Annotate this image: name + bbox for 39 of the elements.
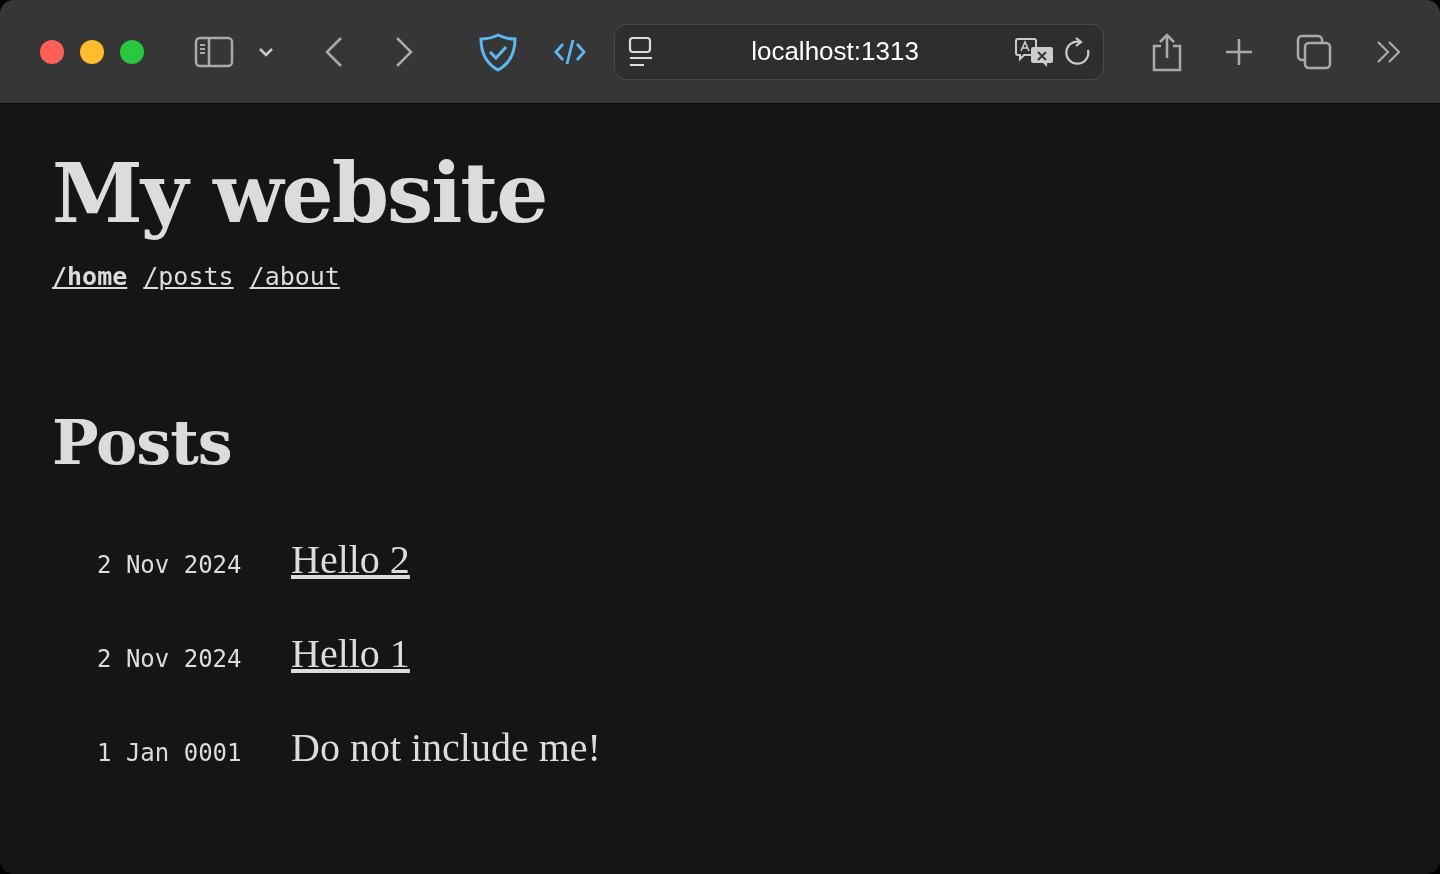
code-icon bbox=[554, 37, 586, 66]
shield-check-icon bbox=[478, 31, 518, 72]
tab-overview-button[interactable] bbox=[1296, 33, 1332, 70]
tab-group-dropdown[interactable] bbox=[258, 45, 274, 58]
share-button[interactable] bbox=[1150, 31, 1184, 72]
reload-icon[interactable] bbox=[1063, 36, 1091, 67]
share-icon bbox=[1150, 31, 1184, 72]
minimize-button[interactable] bbox=[80, 39, 104, 64]
post-date: 1 Jan 0001 bbox=[97, 738, 243, 770]
overlapping-squares-icon bbox=[1296, 33, 1332, 70]
address-text: localhost:1313 bbox=[750, 35, 920, 68]
post-date: 2 Nov 2024 bbox=[97, 550, 243, 582]
sidebar-button[interactable] bbox=[194, 35, 234, 68]
chevron-down-icon bbox=[258, 45, 274, 58]
post-link[interactable]: Hello 2 bbox=[291, 530, 410, 591]
close-button[interactable] bbox=[40, 39, 64, 64]
more-button[interactable] bbox=[1376, 39, 1402, 64]
sidebar-icon bbox=[194, 35, 234, 68]
shield-extension-button[interactable] bbox=[478, 31, 518, 72]
translate-icon bbox=[1015, 35, 1055, 68]
post-link[interactable]: Hello 1 bbox=[291, 624, 410, 685]
nav-link[interactable]: /about bbox=[249, 258, 340, 296]
back-button[interactable] bbox=[324, 35, 344, 68]
site-title: My website bbox=[52, 144, 548, 243]
back-icon bbox=[324, 35, 344, 68]
forward-icon bbox=[394, 35, 414, 68]
double-chevron-icon bbox=[1376, 39, 1402, 64]
post-date: 2 Nov 2024 bbox=[97, 644, 243, 676]
address-bar[interactable]: localhost:1313 bbox=[614, 23, 1104, 80]
post-title: Do not include me! bbox=[291, 724, 601, 773]
new-tab-button[interactable] bbox=[1224, 36, 1254, 67]
page-menu-icon bbox=[627, 35, 655, 68]
nav-link[interactable]: /home bbox=[52, 258, 128, 296]
nav-link[interactable]: /posts bbox=[143, 258, 234, 296]
plus-icon bbox=[1224, 36, 1254, 67]
forward-button[interactable] bbox=[394, 35, 414, 68]
zoom-button[interactable] bbox=[120, 39, 144, 64]
code-extension-button[interactable] bbox=[554, 37, 586, 66]
section-heading: Posts bbox=[52, 405, 233, 481]
